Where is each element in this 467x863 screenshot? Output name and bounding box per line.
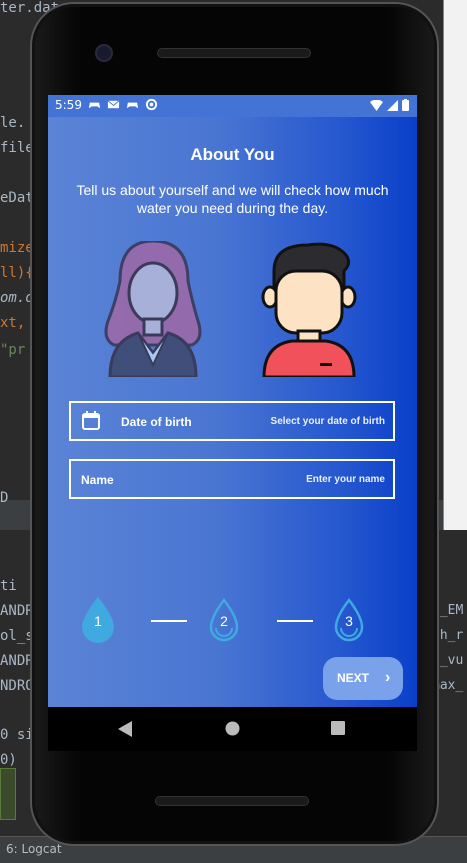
page-title: About You [190,145,275,164]
step-1-number: 1 [94,613,102,629]
code-line: 0) [0,752,17,768]
ide-right-panel [443,0,467,530]
app-screen: 5:59 About You Tell us about yourself an… [48,95,417,707]
logcat-tab[interactable]: 6: Logcat [6,842,62,856]
gamepad-icon [126,102,139,109]
date-of-birth-hint: Select your date of birth [270,416,385,427]
code-line: eDat [0,190,34,206]
name-field[interactable]: Name Enter your name [69,459,395,499]
date-of-birth-label: Date of birth [121,415,192,429]
female-avatar[interactable] [100,241,206,377]
step-2[interactable]: 2 [206,595,242,643]
calendar-icon [82,411,100,430]
signal-icon [387,99,398,111]
chevron-right-icon: › [385,669,391,686]
code-line: 0 si [0,727,34,743]
code-line: "pr [0,342,26,358]
name-label: Name [81,473,114,487]
code-line: ll){ [0,265,34,281]
name-hint: Enter your name [306,474,385,485]
step-2-number: 2 [220,613,228,629]
status-time: 5:59 [55,98,82,112]
code-line: mize [0,240,34,256]
code-line: D [0,490,9,506]
code-line: le. [0,115,26,131]
battery-icon [402,99,409,111]
code-line: xt, [0,315,26,331]
step-3[interactable]: 3 [331,595,367,643]
code-line: ti [0,578,17,594]
earpiece-speaker [157,48,311,58]
progress-stepper: 1 2 3 [48,595,417,655]
step-3-number: 3 [345,613,353,629]
code-line: ol_s [0,628,34,644]
code-line: om.d [0,290,34,306]
step-connector [277,620,313,622]
step-1[interactable]: 1 [80,595,116,643]
male-avatar[interactable] [260,241,360,377]
android-nav-bar [48,707,417,751]
step-connector [151,620,187,622]
next-button[interactable]: NEXT › [323,657,403,700]
code-line: file [0,140,34,156]
home-icon[interactable] [225,721,240,736]
code-line: ANDR [0,603,34,619]
wifi-icon [370,99,383,111]
bottom-speaker [155,796,309,806]
sync-icon [145,98,158,111]
next-button-label: NEXT [337,671,370,685]
ide-gutter-marker [0,768,16,820]
front-camera [95,44,113,62]
gamepad-icon [88,102,101,109]
recents-icon[interactable] [331,721,345,735]
back-icon[interactable] [118,721,132,737]
date-of-birth-field[interactable]: Date of birth Select your date of birth [69,401,395,441]
code-line: NDRO [0,678,34,694]
mail-icon [107,100,120,109]
page-subtitle: Tell us about yourself and we will check… [76,182,389,216]
status-bar: 5:59 [48,95,417,117]
